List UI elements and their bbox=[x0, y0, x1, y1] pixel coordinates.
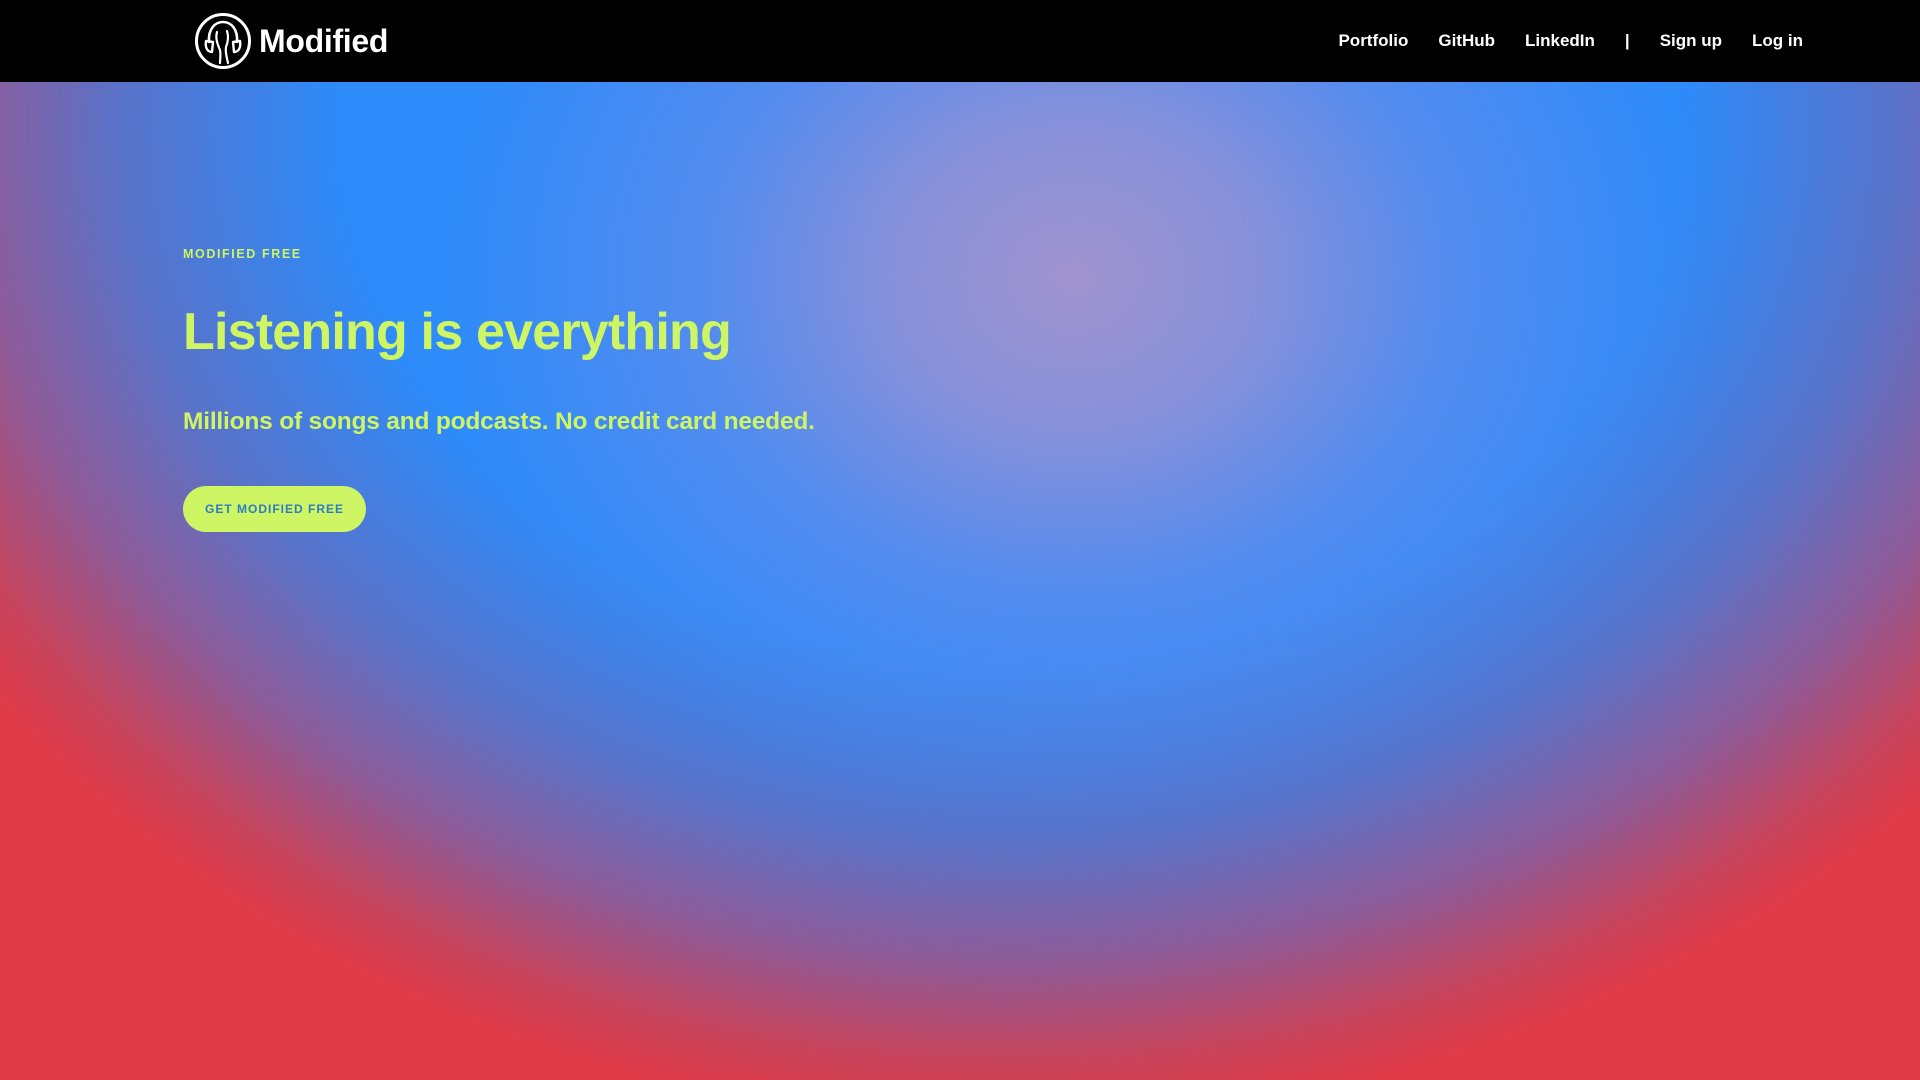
nav-separator: | bbox=[1624, 31, 1630, 50]
nav-link-portfolio[interactable]: Portfolio bbox=[1338, 31, 1408, 51]
hero-eyebrow: MODIFIED FREE bbox=[183, 247, 302, 261]
brand-home-link[interactable]: Modified bbox=[193, 12, 388, 70]
nav-link-github[interactable]: GitHub bbox=[1438, 31, 1495, 51]
hero-headline: Listening is everything bbox=[183, 303, 732, 361]
nav-link-linkedin[interactable]: LinkedIn bbox=[1525, 31, 1595, 51]
primary-nav: Portfolio GitHub LinkedIn | Sign up Log … bbox=[1308, 0, 1803, 82]
signup-link[interactable]: Sign up bbox=[1660, 31, 1722, 51]
hero-subheadline: Millions of songs and podcasts. No credi… bbox=[183, 408, 815, 435]
hero-section: MODIFIED FREE Listening is everything Mi… bbox=[0, 82, 1920, 1080]
brand-name: Modified bbox=[259, 22, 389, 59]
top-navbar: Modified Portfolio GitHub LinkedIn | Sig… bbox=[0, 0, 1920, 82]
get-modified-free-button[interactable]: GET MODIFIED FREE bbox=[183, 486, 367, 532]
login-link[interactable]: Log in bbox=[1752, 31, 1803, 51]
headphones-head-logo-icon bbox=[195, 13, 251, 69]
